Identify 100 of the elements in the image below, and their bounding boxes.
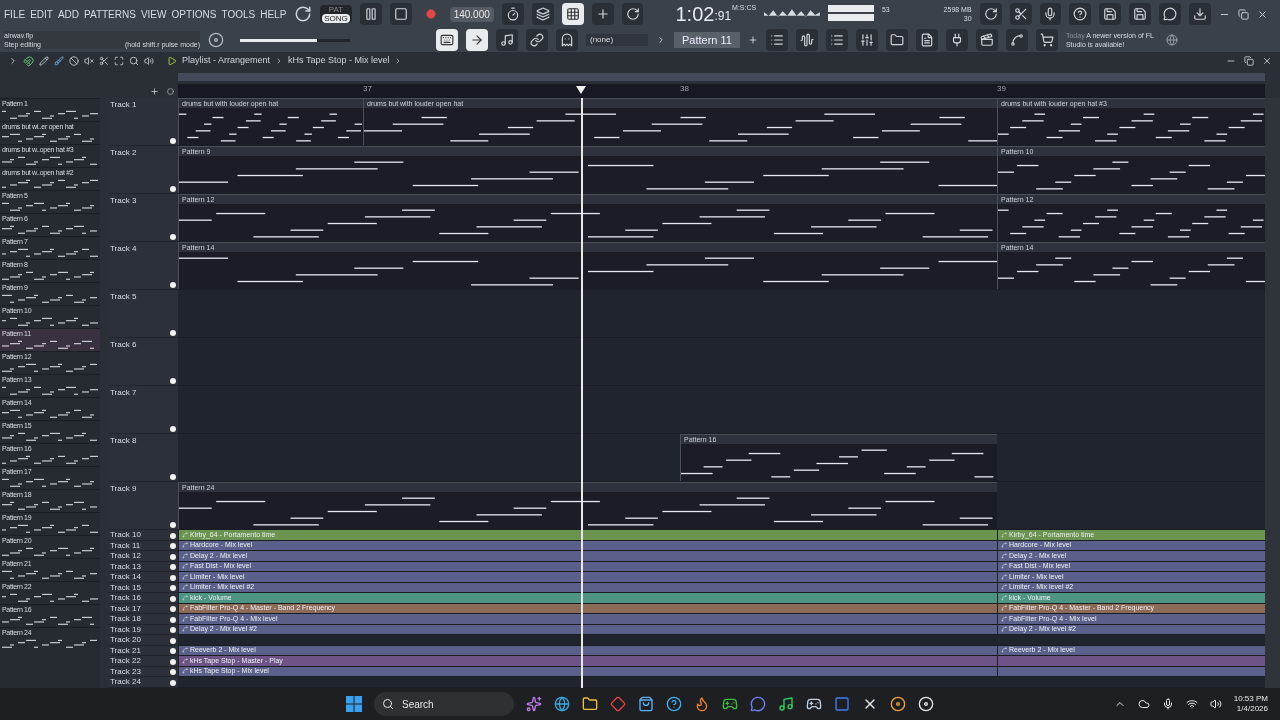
undo-button[interactable] — [979, 3, 1002, 25]
search-field[interactable]: Search — [374, 692, 514, 716]
delete-icon[interactable] — [69, 56, 79, 66]
blend-notes-button[interactable] — [591, 3, 614, 25]
arrow-button[interactable] — [466, 29, 488, 51]
track-name[interactable]: Track 6 — [110, 340, 137, 349]
track-mute-led[interactable] — [170, 585, 176, 591]
disc-icon[interactable] — [890, 696, 906, 712]
track-mute-led[interactable] — [170, 669, 176, 675]
add-pattern-icon[interactable] — [747, 35, 758, 45]
track-name[interactable]: Track 3 — [110, 196, 137, 205]
track-mute-led[interactable] — [170, 522, 176, 528]
sparkles-icon[interactable] — [526, 696, 542, 712]
microphone-icon[interactable] — [1161, 698, 1174, 710]
track-mute-led[interactable] — [170, 648, 176, 654]
track-mute-led[interactable] — [170, 658, 176, 665]
track-name[interactable]: Track 14 — [110, 572, 141, 582]
wifi-icon[interactable] — [1185, 698, 1198, 710]
track-mute-led[interactable] — [170, 606, 176, 612]
track-name[interactable]: Track 11 — [110, 540, 141, 550]
loop-record-button[interactable] — [621, 3, 644, 25]
track-name[interactable]: Track 2 — [110, 148, 137, 157]
track-mute-led[interactable] — [170, 282, 176, 288]
flame-icon[interactable] — [694, 696, 710, 712]
track-name[interactable]: Track 7 — [110, 388, 137, 397]
clock-date[interactable]: 1/4/2026 — [1236, 704, 1268, 714]
playlist-button[interactable] — [765, 29, 788, 51]
track-name[interactable]: Track 24 — [110, 677, 141, 687]
menu-item[interactable]: HELP — [260, 6, 287, 22]
slice-icon[interactable] — [99, 56, 109, 66]
chat-button[interactable] — [1159, 3, 1182, 25]
metronome-button[interactable] — [501, 3, 524, 25]
track-name[interactable]: Track 10 — [110, 530, 141, 540]
menu-item[interactable]: FILE — [4, 6, 26, 22]
track-mute-led[interactable] — [170, 595, 176, 602]
track-mute-led[interactable] — [170, 330, 176, 336]
playhead-marker-icon[interactable] — [576, 86, 587, 94]
note-button[interactable] — [496, 29, 518, 51]
track-name[interactable]: Track 4 — [110, 244, 137, 253]
track-name[interactable]: Track 23 — [110, 666, 141, 676]
circle-icon[interactable] — [918, 696, 934, 712]
close-icon[interactable] — [1262, 56, 1272, 66]
save-button[interactable] — [1099, 3, 1122, 25]
save-new-version-button[interactable] — [1129, 3, 1152, 25]
track-mute-led[interactable] — [170, 186, 176, 192]
track-name[interactable]: Track 9 — [110, 484, 137, 493]
restore-icon[interactable] — [1244, 56, 1254, 66]
brush-icon[interactable] — [54, 56, 64, 66]
diamond-icon[interactable] — [610, 696, 626, 712]
help-icon[interactable] — [666, 696, 682, 712]
track-name[interactable]: Track 18 — [110, 614, 141, 624]
track-mute-led[interactable] — [170, 474, 176, 480]
scissors-button[interactable] — [1009, 3, 1032, 25]
plug-button[interactable] — [945, 29, 968, 51]
track-name[interactable]: Track 17 — [110, 603, 141, 613]
master-volume-fill[interactable] — [240, 38, 317, 42]
cloud-icon[interactable] — [1137, 698, 1150, 710]
select-icon[interactable] — [114, 56, 124, 66]
track-name[interactable]: Track 8 — [110, 436, 137, 445]
track-name[interactable]: Track 12 — [110, 551, 141, 561]
track-name[interactable]: Track 1 — [110, 100, 137, 109]
track-mute-led[interactable] — [170, 532, 176, 539]
menu-item[interactable]: EDIT — [30, 6, 53, 22]
gamepad-icon[interactable] — [722, 696, 738, 712]
overview-scrollbar[interactable] — [178, 73, 1265, 81]
menu-item[interactable]: VIEW — [140, 6, 167, 22]
menu-item[interactable]: TOOLS — [221, 6, 256, 22]
square-icon[interactable] — [834, 696, 850, 712]
folder-tree-button[interactable] — [885, 29, 908, 51]
vertical-scrollbar[interactable] — [1265, 98, 1280, 688]
track-name[interactable]: Track 13 — [110, 561, 141, 571]
shopping-bag-icon[interactable] — [638, 696, 654, 712]
track-name[interactable]: Track 16 — [110, 593, 141, 603]
microphone-button[interactable] — [1039, 3, 1062, 25]
menu-item[interactable]: PATTERNS — [84, 6, 136, 22]
stop-button[interactable] — [389, 3, 412, 25]
globe-icon[interactable] — [554, 696, 570, 712]
play-icon[interactable] — [167, 56, 177, 66]
track-name[interactable]: Track 20 — [110, 635, 141, 645]
magnet-icon[interactable] — [23, 55, 34, 67]
music-icon[interactable] — [778, 696, 794, 712]
search-icon[interactable] — [129, 56, 139, 66]
add-icon[interactable] — [150, 86, 159, 96]
globe-icon[interactable] — [1165, 34, 1178, 46]
track-mute-led[interactable] — [170, 426, 176, 432]
track-mute-led[interactable] — [170, 138, 176, 144]
menu-item[interactable]: OPTIONS — [171, 6, 217, 22]
chevron-right-icon[interactable] — [656, 35, 666, 45]
close-icon[interactable] — [1257, 8, 1269, 20]
track-mute-led[interactable] — [170, 564, 176, 570]
mixer-button[interactable] — [855, 29, 878, 51]
clock-time[interactable]: 10:53 PM — [1233, 694, 1268, 704]
track-name[interactable]: Track 21 — [110, 645, 141, 655]
pencil-icon[interactable] — [39, 56, 49, 66]
speaker-icon[interactable] — [1209, 698, 1222, 710]
restore-icon[interactable] — [1238, 8, 1250, 20]
track-name[interactable]: Track 19 — [110, 624, 141, 634]
mode-toggle[interactable]: PAT — [322, 5, 350, 14]
folder-icon[interactable] — [582, 696, 598, 712]
track-name[interactable]: Track 22 — [110, 656, 141, 666]
